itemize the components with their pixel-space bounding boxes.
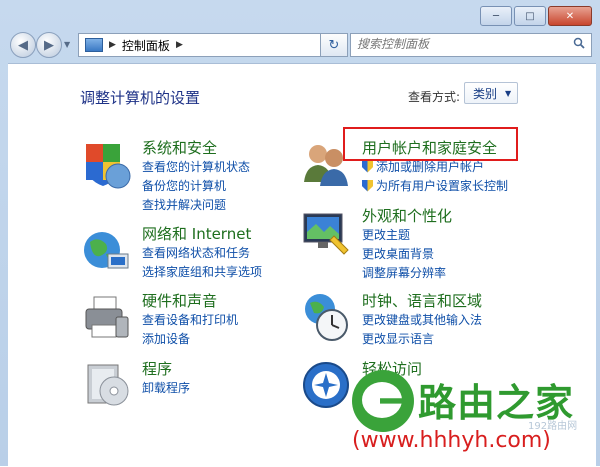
breadcrumb-separator-icon[interactable]: ▶ [176, 40, 183, 50]
link-change-theme[interactable]: 更改主题 [362, 226, 410, 243]
watermark: 路由之家 192路由网 (www.hhhyh.com) [352, 370, 600, 466]
watermark-domain: (www.hhhyh.com) [352, 428, 551, 453]
link-label: 为所有用户设置家长控制 [376, 179, 509, 193]
link-change-display-language[interactable]: 更改显示语言 [362, 330, 434, 347]
link-find-fix-problems[interactable]: 查找并解决问题 [142, 196, 226, 213]
link-view-computer-status[interactable]: 查看您的计算机状态 [142, 158, 250, 175]
maximize-button[interactable]: □ [514, 6, 546, 26]
page-title: 调整计算机的设置 [80, 89, 201, 107]
link-view-network-status[interactable]: 查看网络状态和任务 [142, 244, 250, 261]
search-icon[interactable] [573, 37, 585, 49]
uac-shield-icon [362, 160, 373, 173]
link-add-device[interactable]: 添加设备 [142, 330, 190, 347]
arrow-right-icon: ▶ [44, 37, 54, 53]
category-heading[interactable]: 程序 [142, 358, 172, 379]
category-heading[interactable]: 硬件和声音 [142, 290, 217, 311]
clock-globe-icon[interactable] [300, 291, 352, 343]
printer-icon[interactable] [80, 291, 132, 343]
address-bar[interactable]: ▶ 控制面板 ▶ ▼ [78, 33, 346, 57]
back-button[interactable]: ◀ [10, 32, 36, 58]
refresh-icon: ↻ [328, 37, 340, 53]
link-devices-printers[interactable]: 查看设备和打印机 [142, 311, 238, 328]
monitor-paint-icon[interactable] [300, 206, 352, 258]
link-parental-controls[interactable]: 为所有用户设置家长控制 [362, 177, 508, 194]
navigation-bar: ◀ ▶ ▼ ▶ 控制面板 ▶ ▼ ↻ [8, 32, 592, 58]
chevron-down-icon: ▼ [505, 88, 512, 98]
caption-buttons: ─ □ ✕ [480, 6, 592, 26]
search-box[interactable] [350, 33, 592, 57]
shield-flag-icon[interactable] [80, 138, 132, 190]
breadcrumb-separator-icon[interactable]: ▶ [109, 40, 116, 50]
link-change-background[interactable]: 更改桌面背景 [362, 245, 434, 262]
link-homegroup-sharing[interactable]: 选择家庭组和共享选项 [142, 263, 262, 280]
highlight-box [343, 127, 518, 161]
view-by-label: 查看方式: [408, 90, 461, 104]
view-by-value: 类别 [473, 86, 498, 101]
refresh-button[interactable]: ↻ [320, 33, 348, 57]
history-dropdown-icon[interactable]: ▼ [64, 40, 70, 49]
window-frame: ─ □ ✕ ◀ ▶ ▼ ▶ 控制面板 ▶ ▼ ↻ 调整计算机的设置 查看方式: … [0, 0, 600, 467]
globe-network-icon[interactable] [80, 224, 132, 276]
minimize-button[interactable]: ─ [480, 6, 512, 26]
category-heading[interactable]: 网络和 Internet [142, 223, 251, 244]
link-adjust-resolution[interactable]: 调整屏幕分辨率 [362, 264, 446, 281]
category-heading[interactable]: 时钟、语言和区域 [362, 290, 482, 311]
link-uninstall-program[interactable]: 卸载程序 [142, 379, 190, 396]
control-panel-icon [85, 38, 103, 52]
breadcrumb-control-panel[interactable]: 控制面板 [122, 37, 170, 54]
forward-button[interactable]: ▶ [36, 32, 62, 58]
link-change-input-methods[interactable]: 更改键盘或其他输入法 [362, 311, 482, 328]
link-backup-computer[interactable]: 备份您的计算机 [142, 177, 226, 194]
category-heading[interactable]: 外观和个性化 [362, 205, 452, 226]
arrow-left-icon: ◀ [18, 37, 28, 53]
ease-of-access-icon[interactable] [300, 359, 352, 411]
category-heading[interactable]: 系统和安全 [142, 137, 217, 158]
view-by-dropdown[interactable]: 类别 ▼ [464, 82, 518, 104]
watermark-logo-icon [352, 370, 414, 432]
programs-disc-icon[interactable] [80, 359, 132, 411]
uac-shield-icon [362, 179, 373, 192]
search-input[interactable] [351, 34, 563, 54]
close-button[interactable]: ✕ [548, 6, 592, 26]
